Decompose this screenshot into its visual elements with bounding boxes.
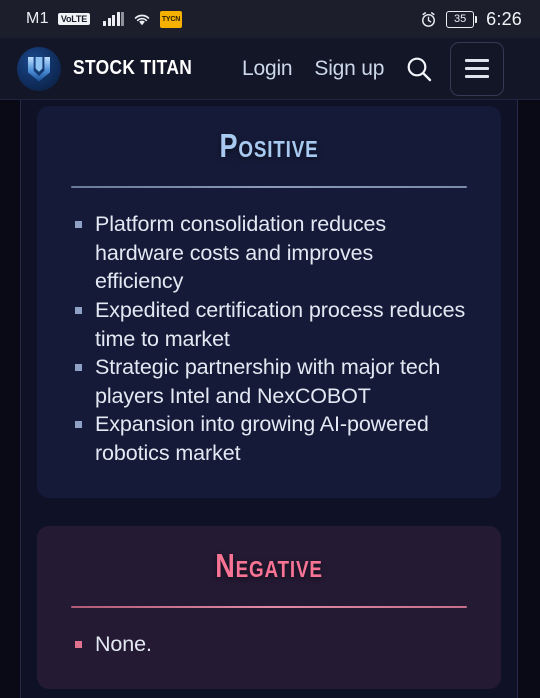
hamburger-menu-icon[interactable] — [450, 41, 505, 96]
status-bar-right: 35 6:26 — [420, 9, 522, 30]
content-container: Positive Platform consolidation reduces … — [20, 100, 518, 698]
list-item: Expansion into growing AI-powered roboti… — [71, 410, 467, 467]
signup-link[interactable]: Sign up — [314, 57, 384, 81]
brand-name: STOCK TITAN — [73, 57, 193, 79]
list-item: Expedited certification process reduces … — [71, 296, 467, 353]
list-item: Strategic partnership with major tech pl… — [71, 353, 467, 410]
battery-icon: 35 — [446, 10, 478, 28]
nav-links: Login Sign up — [242, 57, 384, 81]
stock-titan-logo-icon — [17, 46, 61, 91]
negative-bullet-list: None. — [71, 630, 467, 659]
list-item: Platform consolidation reduces hardware … — [71, 210, 467, 296]
wifi-icon — [133, 12, 151, 26]
login-link[interactable]: Login — [242, 57, 293, 81]
negative-card: Negative None. — [37, 525, 501, 689]
search-icon[interactable] — [404, 54, 434, 84]
carrier-label: M1 — [26, 10, 49, 27]
volte-badge: VoLTE — [57, 12, 90, 26]
signal-bars-icon — [103, 12, 124, 26]
negative-card-title: Negative — [215, 546, 323, 584]
page-body: Positive Platform consolidation reduces … — [0, 100, 540, 698]
negative-card-divider — [71, 605, 467, 608]
positive-card-divider — [71, 186, 467, 189]
positive-card-title: Positive — [219, 127, 319, 164]
list-item: None. — [71, 630, 467, 659]
brand-home-link[interactable]: STOCK TITAN — [17, 46, 210, 91]
clock-label: 6:26 — [486, 8, 522, 29]
battery-level-label: 35 — [446, 10, 475, 28]
positive-bullet-list: Platform consolidation reduces hardware … — [71, 210, 467, 467]
alarm-clock-icon — [420, 11, 437, 28]
positive-card: Positive Platform consolidation reduces … — [37, 106, 501, 498]
status-bar-left: M1 VoLTE TYCN — [26, 10, 182, 28]
site-header: STOCK TITAN Login Sign up — [0, 38, 540, 100]
app-notification-badge: TYCN — [160, 10, 182, 28]
status-bar: M1 VoLTE TYCN 35 6:26 — [0, 0, 540, 38]
